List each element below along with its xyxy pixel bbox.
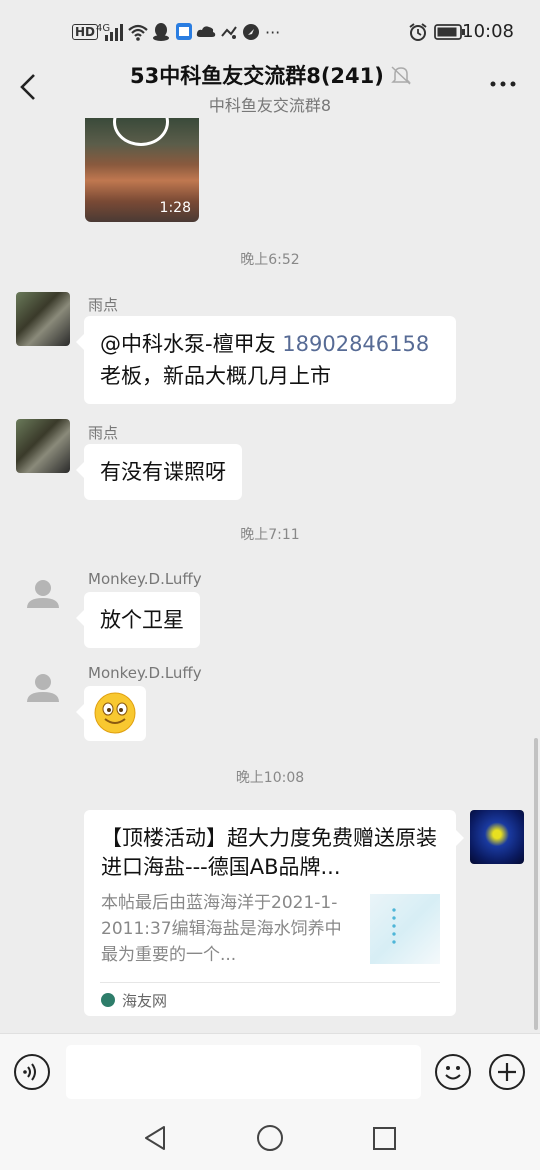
default-user-icon xyxy=(27,580,59,608)
chat-header: 53中科鱼友交流群8(241) 中科鱼友交流群8 xyxy=(0,50,540,120)
signal-icon xyxy=(105,24,123,41)
avatar[interactable] xyxy=(16,292,70,346)
qq-icon xyxy=(153,23,169,41)
mute-bell-icon xyxy=(391,66,411,85)
browser-icon xyxy=(243,24,259,40)
card-description: 本帖最后由蓝海海洋于2021-1-2011:37编辑海盐是海水饲养中最为重要的一… xyxy=(101,893,342,965)
card-source: 海友网 xyxy=(122,992,168,1010)
card-thumbnail xyxy=(370,894,440,964)
sender-name: Monkey.D.Luffy xyxy=(88,570,202,588)
chat-subtitle: 中科鱼友交流群8 xyxy=(208,96,332,115)
system-navigation-bar xyxy=(0,1110,540,1170)
message-text: 老板，新品大概几月上市 xyxy=(100,364,331,388)
wifi-icon xyxy=(128,24,148,41)
clock-time: 10:08 xyxy=(462,21,514,42)
message-bubble[interactable]: 有没有谍照呀 xyxy=(76,444,242,500)
avatar[interactable] xyxy=(16,662,70,716)
sender-name: 雨点 xyxy=(88,296,119,314)
timestamp: 晚上6:52 xyxy=(240,252,300,268)
message-text: 放个卫星 xyxy=(100,608,184,632)
mention-text: @中科水泵-檀甲友 xyxy=(100,332,276,356)
timestamp: 晚上10:08 xyxy=(235,770,305,786)
sender-name: 雨点 xyxy=(88,424,119,442)
avatar[interactable] xyxy=(16,568,70,622)
chat-title: 53中科鱼友交流群8(241) xyxy=(130,64,384,88)
avatar[interactable] xyxy=(16,419,70,473)
sender-name: Monkey.D.Luffy xyxy=(88,664,202,682)
plus-icon xyxy=(498,1063,516,1081)
play-icon xyxy=(113,118,169,146)
message-input[interactable] xyxy=(66,1045,421,1099)
divider xyxy=(100,982,440,983)
input-bar xyxy=(0,1033,540,1110)
smiley-icon xyxy=(445,1066,461,1080)
grinning-emoji-icon xyxy=(94,692,136,734)
message-list[interactable]: 1:28 晚上6:52 雨点 @中科水泵-檀甲友 18902846158 老板，… xyxy=(0,118,540,1033)
scrollbar[interactable] xyxy=(534,738,538,1030)
message-bubble[interactable]: @中科水泵-檀甲友 18902846158 老板，新品大概几月上市 xyxy=(76,316,456,404)
source-logo-icon xyxy=(101,993,115,1007)
timestamp: 晚上7:11 xyxy=(240,527,300,543)
nav-home-icon[interactable] xyxy=(257,1125,283,1151)
default-user-icon xyxy=(27,674,59,702)
weather-icon xyxy=(221,26,237,39)
more-functions-button[interactable] xyxy=(489,1054,525,1090)
video-message[interactable]: 1:28 xyxy=(85,118,199,222)
my-avatar[interactable] xyxy=(470,810,524,864)
emoji-button[interactable] xyxy=(435,1054,471,1090)
hd-icon: HD xyxy=(72,24,99,40)
nav-recent-apps-icon[interactable] xyxy=(373,1127,396,1150)
video-duration: 1:28 xyxy=(159,200,191,216)
more-notifications-icon: ··· xyxy=(265,22,281,42)
voice-icon xyxy=(23,1063,36,1081)
nav-back-icon[interactable] xyxy=(142,1124,168,1152)
card-title: 【顶楼活动】超大力度免费赠送原装进口海盐---德国AB品牌... xyxy=(101,826,437,879)
emoji-message-bubble[interactable] xyxy=(76,686,146,741)
voice-input-button[interactable] xyxy=(14,1054,50,1090)
more-options-icon[interactable] xyxy=(490,74,516,94)
phone-number-link[interactable]: 18902846158 xyxy=(282,332,429,356)
cloud-icon xyxy=(196,26,216,37)
message-text: 有没有谍照呀 xyxy=(100,460,226,484)
link-card[interactable]: 【顶楼活动】超大力度免费赠送原装进口海盐---德国AB品牌... 本帖最后由蓝海… xyxy=(84,810,464,1016)
message-bubble[interactable]: 放个卫星 xyxy=(76,592,200,648)
alarm-icon xyxy=(409,23,427,41)
app-icon xyxy=(176,23,192,40)
